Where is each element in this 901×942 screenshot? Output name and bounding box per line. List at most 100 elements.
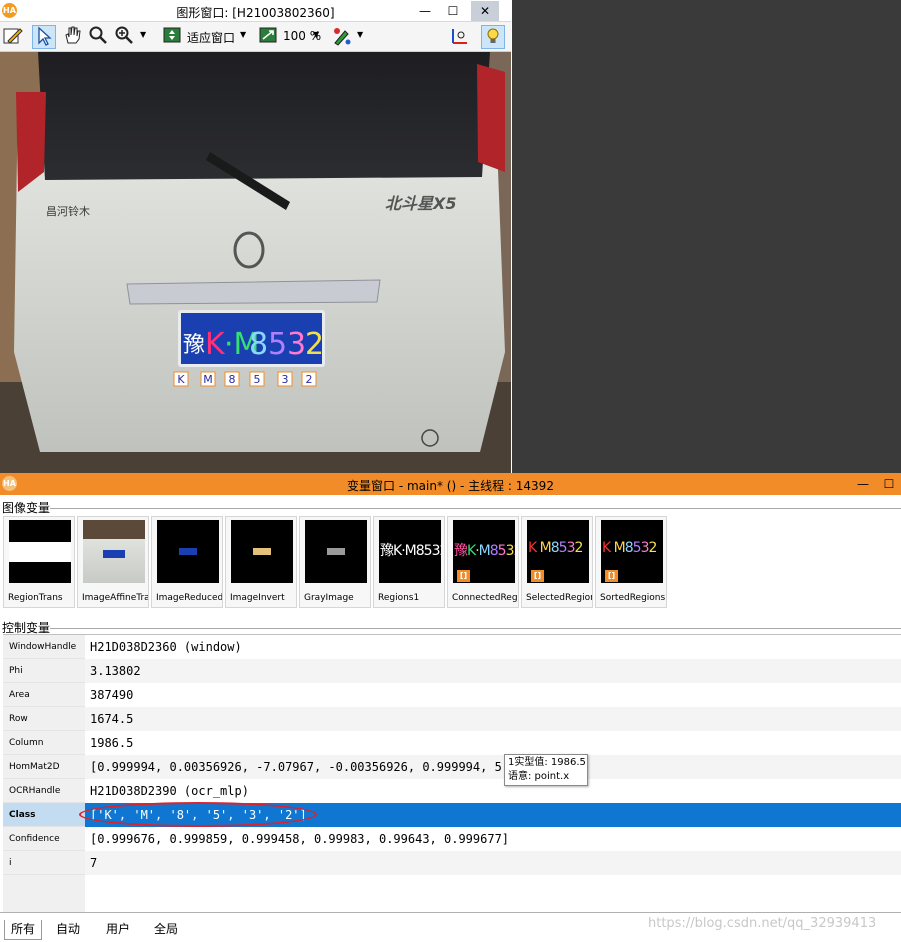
- svg-text:K: K: [205, 327, 226, 362]
- ocr-result-label: 3: [282, 373, 289, 386]
- graphics-image-canvas[interactable]: 昌河铃木 北斗星X5 豫 K ·M 8 5 3 2 KM8532: [0, 52, 511, 473]
- control-variable-row[interactable]: Row 1674.5: [3, 707, 901, 731]
- control-variable-name: i: [3, 851, 85, 875]
- image-variable-name: RegionTrans: [8, 593, 63, 603]
- name-column-filler: [3, 875, 85, 913]
- image-variable-name: Regions1: [378, 593, 420, 603]
- image-variable-thumb[interactable]: ImageReduced: [151, 516, 223, 608]
- scope-tab[interactable]: 用户: [100, 920, 136, 940]
- control-variable-row[interactable]: Phi 3.13802: [3, 659, 901, 683]
- image-variable-name: SortedRegions: [600, 593, 666, 603]
- pointer-tool-icon[interactable]: [32, 25, 56, 49]
- value-tooltip: 1实型值: 1986.5 语意: point.x: [504, 754, 588, 786]
- svg-text:5: 5: [268, 327, 287, 362]
- image-variable-name: ImageInvert: [230, 593, 285, 603]
- image-variable-thumb[interactable]: GrayImage: [299, 516, 371, 608]
- control-variable-row[interactable]: WindowHandle H21D038D2360 (window): [3, 635, 901, 659]
- control-variable-value: 7: [85, 851, 901, 875]
- ocr-result-label: M: [203, 373, 213, 386]
- scope-tab[interactable]: 自动: [50, 920, 86, 940]
- svg-text:2: 2: [305, 327, 324, 362]
- magnifier-icon[interactable]: [86, 25, 110, 49]
- control-variable-value: 387490: [90, 688, 134, 702]
- scope-tab[interactable]: 所有: [4, 920, 43, 940]
- minimize-button[interactable]: —: [852, 474, 874, 494]
- maximize-button[interactable]: ☐: [439, 1, 467, 21]
- color-dropdown-icon[interactable]: ▼: [357, 30, 363, 39]
- zoom-in-icon[interactable]: [112, 25, 136, 49]
- image-variable-preview: 豫K·M8532: [379, 520, 441, 583]
- fit-window-label[interactable]: 适应窗口: [187, 29, 235, 46]
- close-button[interactable]: ✕: [471, 1, 499, 21]
- control-variable-name: OCRHandle: [3, 779, 85, 803]
- image-variables-list: RegionTrans ImageAffineTrans ImageReduced I…: [3, 516, 669, 608]
- tuple-badge-icon: []: [605, 570, 618, 582]
- image-variable-thumb[interactable]: RegionTrans: [3, 516, 75, 608]
- image-variables-divider: [50, 508, 901, 509]
- control-variable-value: 1674.5: [85, 707, 901, 731]
- scope-tab[interactable]: 全局: [148, 920, 184, 940]
- control-variable-row[interactable]: Area 387490: [3, 683, 901, 707]
- control-variable-name: Row: [3, 707, 85, 731]
- tooltip-semantic-line: 语意: point.x: [508, 771, 570, 782]
- image-variable-name: ImageReduced: [156, 593, 222, 603]
- image-variable-thumb[interactable]: ImageInvert: [225, 516, 297, 608]
- image-variable-thumb[interactable]: K M8532[] SelectedRegions1: [521, 516, 593, 608]
- hand-pan-icon[interactable]: [60, 25, 84, 49]
- variable-window-titlebar[interactable]: HA 变量窗口 - main* () - 主线程 : 14392 — ☐: [0, 473, 901, 495]
- image-variable-preview: [231, 520, 293, 583]
- svg-text:昌河铃木: 昌河铃木: [46, 204, 90, 218]
- color-palette-icon[interactable]: [330, 25, 354, 49]
- control-variable-name: HomMat2D: [3, 755, 85, 779]
- svg-text:北斗星X5: 北斗星X5: [385, 194, 456, 213]
- coordinate-axes-icon[interactable]: [448, 25, 472, 49]
- ocr-result-label: 5: [254, 373, 261, 386]
- image-variable-preview: [9, 520, 71, 583]
- control-variable-name: Area: [3, 683, 85, 707]
- image-variable-preview: [83, 520, 145, 583]
- image-variable-thumb[interactable]: K M8532[] SortedRegions: [595, 516, 667, 608]
- image-variable-preview: [305, 520, 367, 583]
- ocr-result-label: 8: [229, 373, 236, 386]
- image-variable-name: ConnectedRegions: [452, 593, 518, 603]
- graphics-window: HA 图形窗口: [H21003802360] — ☐ ✕ ▼ 适应窗口 ▼ 1…: [0, 0, 511, 473]
- zoom-percent-icon[interactable]: [256, 25, 280, 49]
- zoom-dropdown-arrow-icon[interactable]: ▼: [140, 30, 146, 39]
- control-variable-value: H21D038D2390 (ocr_mlp): [90, 784, 249, 798]
- control-variable-row[interactable]: i7: [3, 851, 901, 875]
- ocr-result-label: 2: [306, 373, 313, 386]
- image-variable-thumb[interactable]: 豫K·M8532 Regions1: [373, 516, 445, 608]
- control-variables-divider: [50, 628, 901, 629]
- control-variable-name: WindowHandle: [3, 635, 85, 659]
- graphics-window-titlebar[interactable]: HA 图形窗口: [H21003802360] — ☐ ✕: [0, 0, 511, 22]
- control-variable-value: 3.13802: [85, 659, 901, 683]
- red-highlight-ellipse: [79, 802, 317, 827]
- image-variable-preview: K M8532[]: [601, 520, 663, 583]
- control-variable-row[interactable]: HomMat2D [0.999994, 0.00356926, -7.07967,…: [3, 755, 901, 779]
- image-variable-thumb[interactable]: 豫K·M8532[] ConnectedRegions: [447, 516, 519, 608]
- fit-dropdown-arrow-icon[interactable]: ▼: [240, 30, 246, 39]
- control-variable-row[interactable]: Confidence [0.999676, 0.999859, 0.999458,…: [3, 827, 901, 851]
- svg-text:8: 8: [249, 327, 268, 362]
- control-variable-row[interactable]: Column 1986.5: [3, 731, 901, 755]
- lightbulb-icon[interactable]: [481, 25, 505, 49]
- image-variables-header: 图像变量: [2, 501, 51, 515]
- tuple-badge-icon: []: [457, 570, 470, 582]
- svg-text:3: 3: [287, 327, 306, 362]
- image-variable-preview: [157, 520, 219, 583]
- control-variable-value: [0.999676, 0.999859, 0.999458, 0.99983, …: [90, 832, 510, 846]
- tooltip-value-line: 1实型值: 1986.5: [508, 757, 586, 768]
- image-variable-thumb[interactable]: ImageAffineTrans: [77, 516, 149, 608]
- fit-window-icon[interactable]: [160, 25, 184, 49]
- edit-paint-icon[interactable]: [1, 25, 25, 49]
- control-variable-row[interactable]: OCRHandle H21D038D2390 (ocr_mlp): [3, 779, 901, 803]
- graphics-toolbar: ▼ 适应窗口 ▼ 100 % ▼ ▼: [0, 22, 511, 52]
- minimize-button[interactable]: —: [411, 1, 439, 21]
- empty-workspace-area: [512, 0, 901, 473]
- variable-window-title: 变量窗口 - main* () - 主线程 : 14392: [347, 479, 554, 493]
- ocr-result-label: K: [177, 373, 185, 386]
- control-variable-value: [0.999994, 0.00356926, -7.07967, -0.0035…: [85, 755, 901, 779]
- control-variable-name: Confidence: [3, 827, 85, 851]
- maximize-button[interactable]: ☐: [878, 474, 900, 494]
- zoom-percent-dropdown-icon[interactable]: ▼: [313, 30, 319, 39]
